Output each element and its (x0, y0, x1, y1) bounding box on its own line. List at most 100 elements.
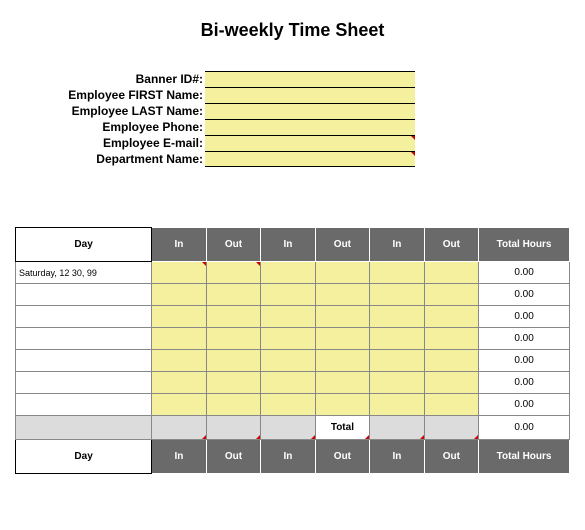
cell-in[interactable] (370, 394, 424, 416)
cell-in[interactable] (370, 284, 424, 306)
cell-in[interactable] (261, 372, 315, 394)
table-row: 0.00 (16, 306, 570, 328)
cell-out[interactable] (315, 372, 369, 394)
cell-out[interactable] (315, 262, 369, 284)
cell-day[interactable] (16, 306, 152, 328)
header-out-1: Out (206, 228, 260, 262)
total-blank (370, 416, 424, 440)
cell-in[interactable] (152, 394, 206, 416)
cell-out[interactable] (424, 284, 478, 306)
cell-in[interactable] (152, 350, 206, 372)
cell-out[interactable] (424, 262, 478, 284)
total-blank (152, 416, 206, 440)
cell-in[interactable] (261, 350, 315, 372)
table-row: 0.00 (16, 328, 570, 350)
cell-in[interactable] (370, 350, 424, 372)
header-in-3: In (370, 228, 424, 262)
cell-in[interactable] (370, 306, 424, 328)
cell-out[interactable] (315, 350, 369, 372)
header-in-1: In (152, 228, 206, 262)
cell-day[interactable] (16, 350, 152, 372)
header-row-bottom: Day In Out In Out In Out Total Hours (16, 440, 570, 474)
cell-out[interactable] (315, 394, 369, 416)
cell-out[interactable] (424, 350, 478, 372)
cell-out[interactable] (206, 394, 260, 416)
cell-total: 0.00 (479, 350, 570, 372)
label-phone: Employee Phone: (15, 119, 205, 135)
header-in-2: In (261, 228, 315, 262)
cell-in[interactable] (370, 372, 424, 394)
input-phone[interactable] (205, 119, 415, 135)
cell-out[interactable] (206, 284, 260, 306)
cell-out[interactable] (424, 372, 478, 394)
cell-in[interactable] (152, 372, 206, 394)
header-in-3: In (370, 440, 424, 474)
header-in-2: In (261, 440, 315, 474)
cell-day[interactable] (16, 284, 152, 306)
label-department: Department Name: (15, 151, 205, 167)
cell-out[interactable] (424, 328, 478, 350)
cell-day[interactable]: Saturday, 12 30, 99 (16, 262, 152, 284)
cell-out[interactable] (424, 306, 478, 328)
label-banner-id: Banner ID#: (15, 71, 205, 87)
cell-day[interactable] (16, 328, 152, 350)
header-day: Day (16, 228, 152, 262)
cell-day[interactable] (16, 394, 152, 416)
timesheet-table: Day In Out In Out In Out Total Hours Sat… (15, 227, 570, 474)
header-out-2: Out (315, 228, 369, 262)
input-first-name[interactable] (205, 87, 415, 103)
input-banner-id[interactable] (205, 71, 415, 87)
cell-in[interactable] (370, 262, 424, 284)
label-email: Employee E-mail: (15, 135, 205, 151)
cell-out[interactable] (206, 372, 260, 394)
label-first-name: Employee FIRST Name: (15, 87, 205, 103)
cell-total: 0.00 (479, 328, 570, 350)
cell-out[interactable] (206, 328, 260, 350)
cell-in[interactable] (152, 284, 206, 306)
header-out-3: Out (424, 228, 478, 262)
input-last-name[interactable] (205, 103, 415, 119)
cell-in[interactable] (261, 284, 315, 306)
table-row: 0.00 (16, 394, 570, 416)
cell-day[interactable] (16, 372, 152, 394)
table-row: 0.00 (16, 284, 570, 306)
cell-in[interactable] (152, 262, 206, 284)
cell-out[interactable] (206, 262, 260, 284)
total-row: Total 0.00 (16, 416, 570, 440)
cell-total: 0.00 (479, 372, 570, 394)
cell-in[interactable] (152, 306, 206, 328)
total-label: Total (315, 416, 369, 440)
cell-total: 0.00 (479, 262, 570, 284)
employee-info: Banner ID#: Employee FIRST Name: Employe… (15, 71, 570, 167)
input-department[interactable] (205, 151, 415, 167)
header-in-1: In (152, 440, 206, 474)
page-title: Bi-weekly Time Sheet (15, 20, 570, 41)
input-email[interactable] (205, 135, 415, 151)
cell-out[interactable] (315, 284, 369, 306)
header-total-hours: Total Hours (479, 440, 570, 474)
total-blank (16, 416, 152, 440)
header-out-1: Out (206, 440, 260, 474)
cell-in[interactable] (261, 262, 315, 284)
header-out-2: Out (315, 440, 369, 474)
cell-in[interactable] (152, 328, 206, 350)
cell-out[interactable] (206, 350, 260, 372)
total-blank (424, 416, 478, 440)
total-blank (261, 416, 315, 440)
table-row: 0.00 (16, 372, 570, 394)
cell-in[interactable] (261, 328, 315, 350)
cell-out[interactable] (315, 328, 369, 350)
header-out-3: Out (424, 440, 478, 474)
cell-in[interactable] (261, 394, 315, 416)
cell-out[interactable] (206, 306, 260, 328)
cell-total: 0.00 (479, 284, 570, 306)
cell-total: 0.00 (479, 394, 570, 416)
cell-total: 0.00 (479, 306, 570, 328)
cell-out[interactable] (315, 306, 369, 328)
total-blank (206, 416, 260, 440)
cell-in[interactable] (261, 306, 315, 328)
cell-out[interactable] (424, 394, 478, 416)
header-total-hours: Total Hours (479, 228, 570, 262)
header-day: Day (16, 440, 152, 474)
cell-in[interactable] (370, 328, 424, 350)
